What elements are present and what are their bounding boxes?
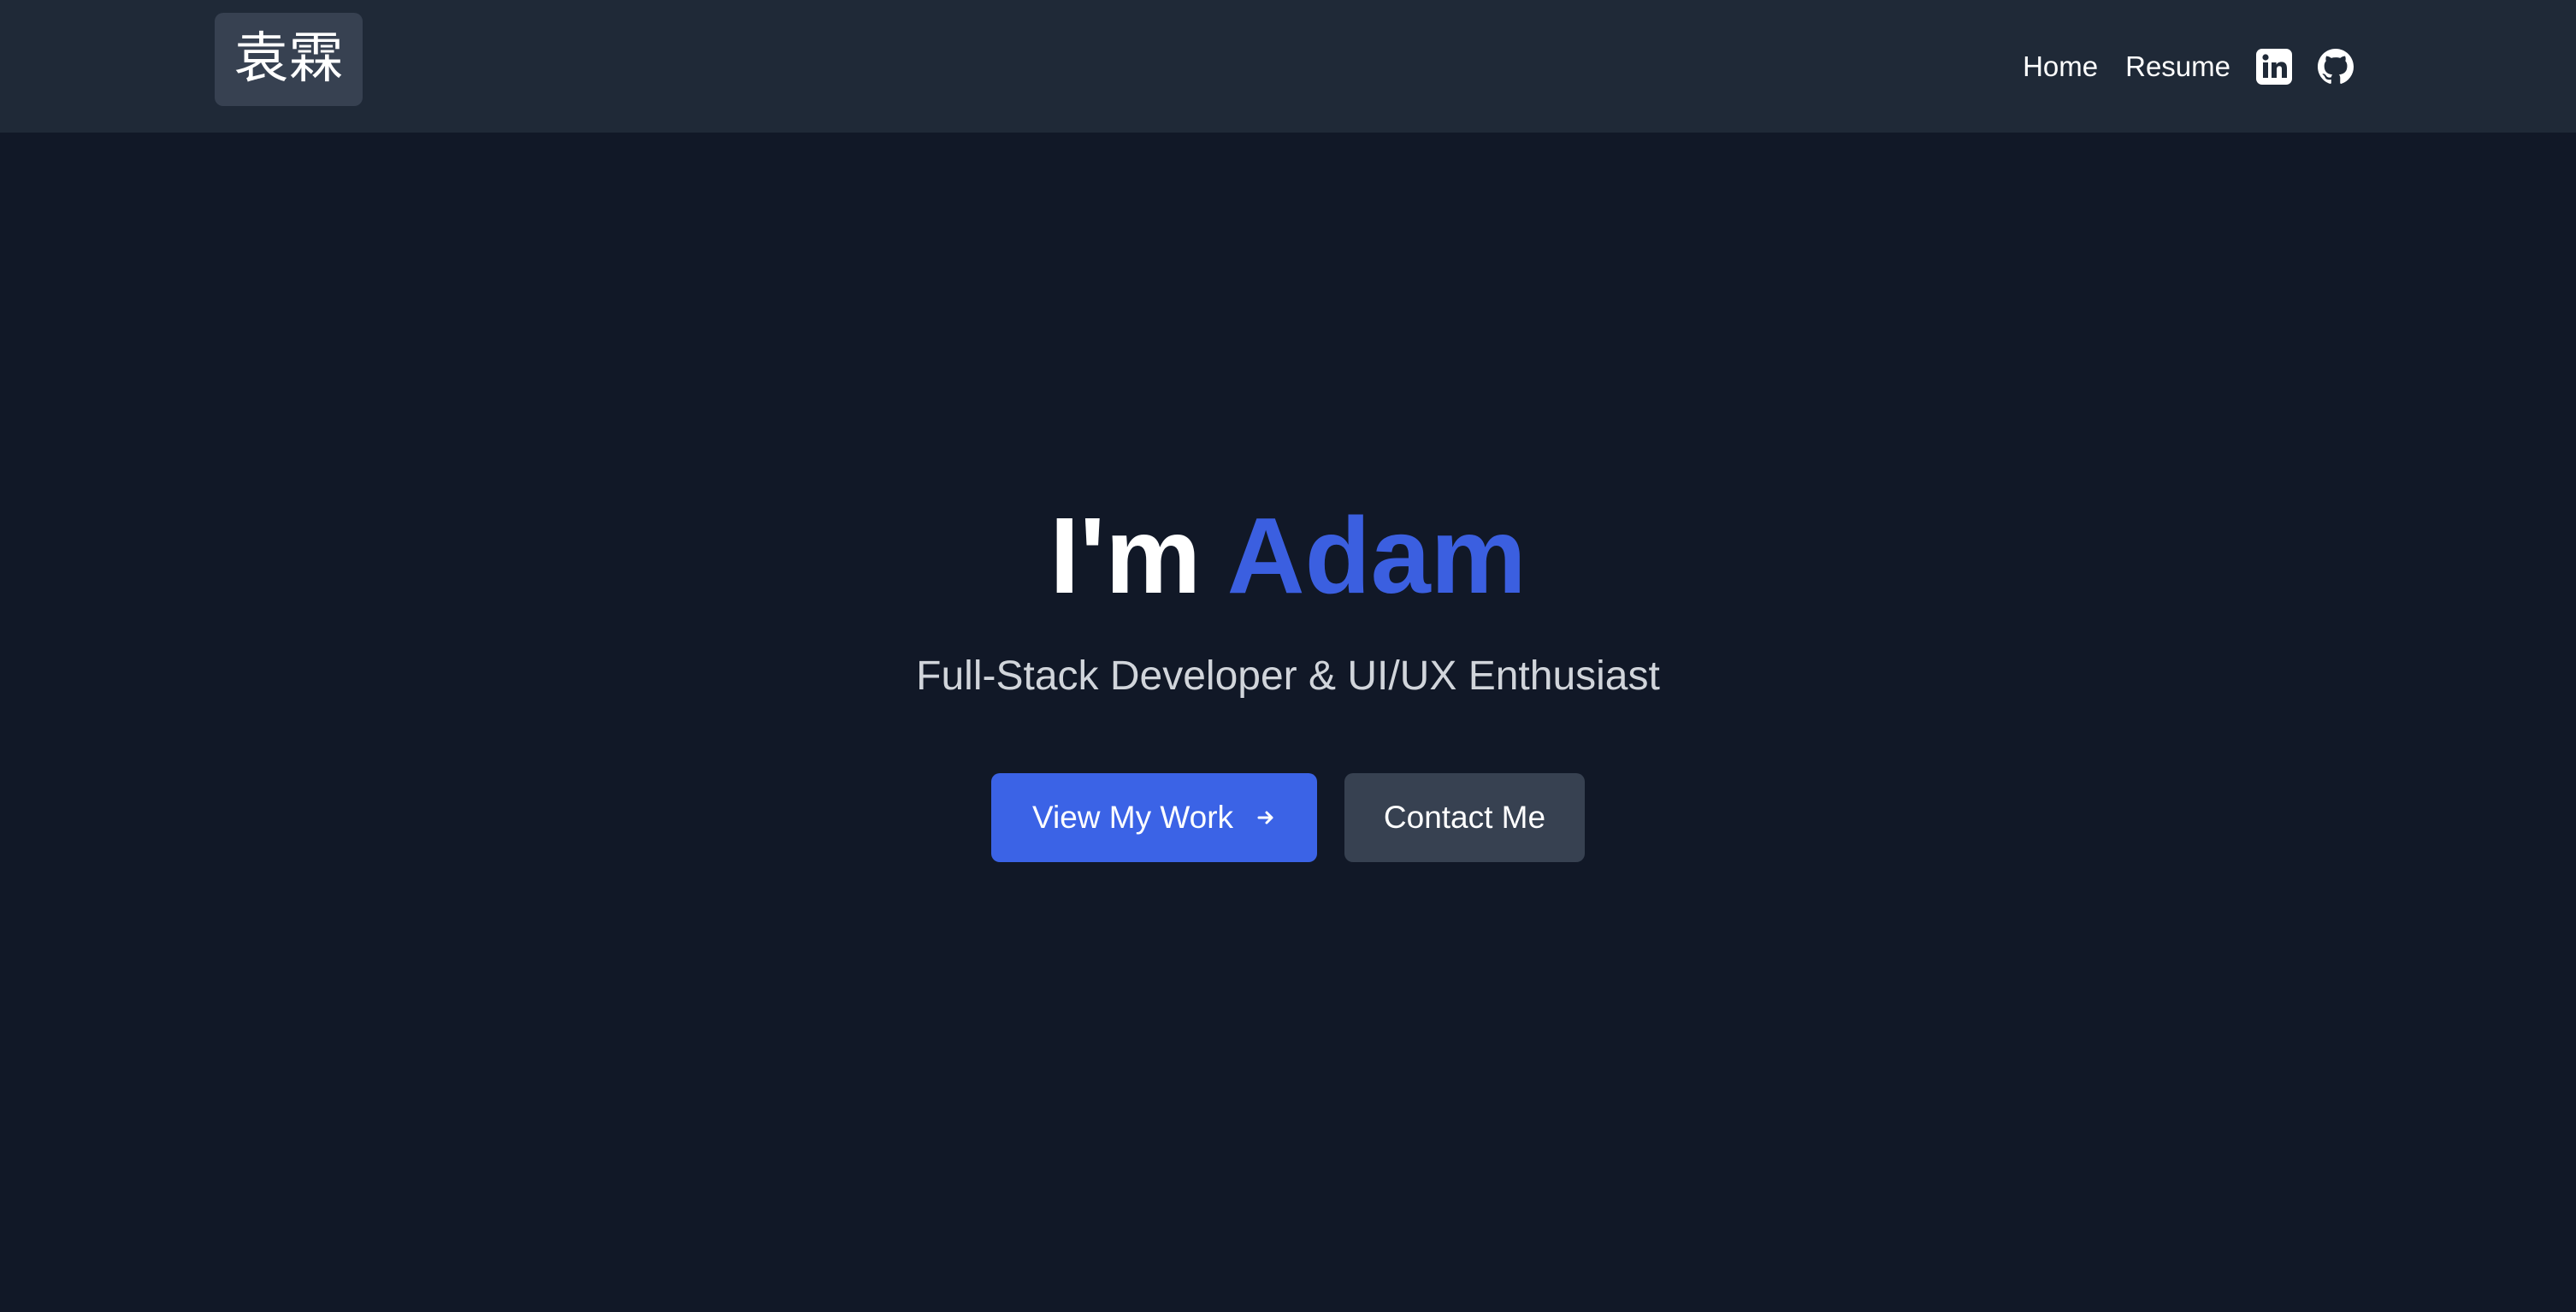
linkedin-icon xyxy=(2256,48,2292,85)
logo[interactable]: 袁霖 xyxy=(215,13,363,106)
hero-subtitle: Full-Stack Developer & UI/UX Enthusiast xyxy=(916,653,1660,699)
github-icon xyxy=(2318,48,2354,85)
nav-home-link[interactable]: Home xyxy=(2023,50,2098,83)
contact-me-button[interactable]: Contact Me xyxy=(1344,773,1585,862)
nav-resume-link[interactable]: Resume xyxy=(2125,50,2230,83)
arrow-right-icon xyxy=(1256,807,1276,828)
portfolio-page: 袁霖 Home Resume I'm Adam Full-Stack Devel… xyxy=(0,0,2576,1312)
view-my-work-label: View My Work xyxy=(1031,800,1234,835)
hero-greeting: I'm xyxy=(1049,495,1202,616)
hero-actions: View My Work Contact Me xyxy=(0,773,2576,862)
linkedin-link[interactable] xyxy=(2256,48,2292,85)
nav-links: Home Resume xyxy=(2023,0,2354,133)
contact-me-label: Contact Me xyxy=(1383,800,1546,835)
view-my-work-button[interactable]: View My Work xyxy=(991,773,1317,862)
hero-title: I'm Adam xyxy=(0,492,2576,620)
hero-name: Adam xyxy=(1226,495,1527,616)
github-link[interactable] xyxy=(2318,48,2354,85)
navbar: 袁霖 Home Resume xyxy=(0,0,2576,133)
